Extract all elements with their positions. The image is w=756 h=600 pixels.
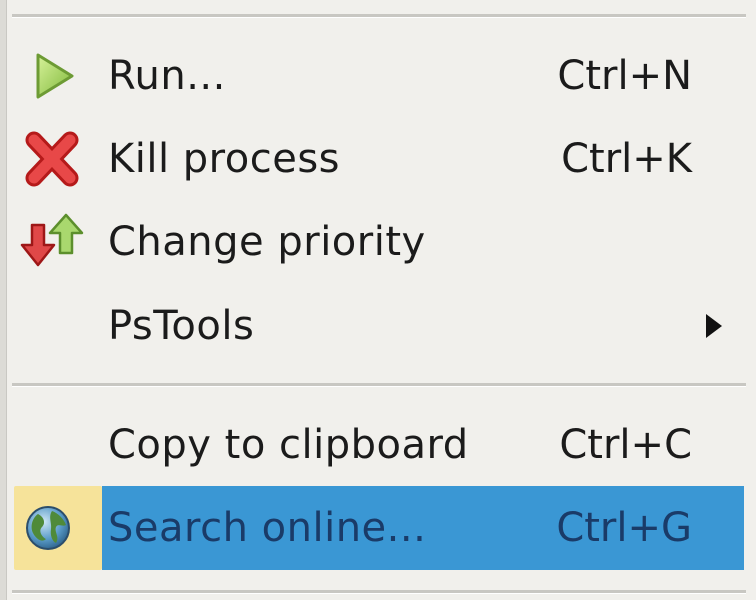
kill-x-icon <box>25 131 79 187</box>
menu-item-run[interactable]: Run... Ctrl+N <box>8 35 756 117</box>
menu-left-edge <box>0 0 7 600</box>
menu-item-copy-to-clipboard[interactable]: Copy to clipboard Ctrl+C <box>8 404 756 486</box>
menu-item-label: PsTools <box>108 303 255 349</box>
submenu-arrow-icon <box>706 314 722 338</box>
globe-icon <box>26 506 70 550</box>
menu-item-pstools[interactable]: PsTools <box>8 285 756 367</box>
context-menu: Run... Ctrl+N Kill process Ctrl+K Change… <box>0 0 756 600</box>
menu-item-shortcut: Ctrl+G <box>556 505 692 551</box>
menu-item-change-priority[interactable]: Change priority <box>8 201 756 283</box>
menu-item-shortcut: Ctrl+C <box>559 422 692 468</box>
menu-item-label: Change priority <box>108 219 426 265</box>
menu-separator <box>12 383 746 387</box>
menu-item-shortcut: Ctrl+K <box>561 136 692 182</box>
menu-item-shortcut: Ctrl+N <box>557 53 692 99</box>
menu-separator <box>12 590 746 594</box>
menu-item-label: Search online... <box>108 505 427 551</box>
priority-arrows-icon <box>20 213 84 267</box>
menu-item-search-online[interactable]: Search online... Ctrl+G <box>8 486 756 570</box>
menu-separator <box>12 14 746 18</box>
menu-item-label: Copy to clipboard <box>108 422 469 468</box>
menu-item-label: Kill process <box>108 136 340 182</box>
menu-item-label: Run... <box>108 53 226 99</box>
menu-item-kill-process[interactable]: Kill process Ctrl+K <box>8 118 756 200</box>
play-icon <box>36 53 74 99</box>
